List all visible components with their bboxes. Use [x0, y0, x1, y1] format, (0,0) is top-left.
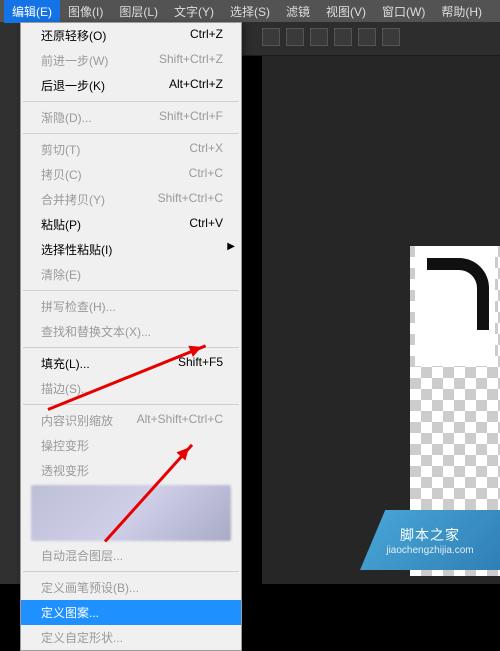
canvas-glyph: [415, 246, 495, 366]
menu-item: 拷贝(C) Ctrl+C: [21, 162, 241, 187]
menu-item-shortcut: Ctrl+X: [189, 141, 223, 158]
align-icon[interactable]: [334, 28, 352, 46]
menu-separator: [23, 290, 239, 291]
menu-item-shortcut: Ctrl+V: [189, 216, 223, 233]
watermark-title: 脚本之家: [400, 525, 460, 545]
menu-item[interactable]: 还原轻移(O) Ctrl+Z: [21, 23, 241, 48]
menu-item-label: 剪切(T): [41, 141, 80, 158]
menu-item: 内容识别缩放 Alt+Shift+Ctrl+C: [21, 408, 241, 433]
menu-item-label: 定义画笔预设(B)...: [41, 579, 139, 596]
menu-item: 自动混合图层...: [21, 543, 241, 568]
menubar-item[interactable]: 视图(V): [318, 0, 374, 23]
menubar-item[interactable]: 选择(S): [222, 0, 278, 23]
menu-item-label: 操控变形: [41, 437, 89, 454]
menu-item[interactable]: 粘贴(P) Ctrl+V: [21, 212, 241, 237]
menubar-item[interactable]: 图像(I): [60, 0, 111, 23]
menu-item: 前进一步(W) Shift+Ctrl+Z: [21, 48, 241, 73]
menu-item-label: 前进一步(W): [41, 52, 108, 69]
align-icon[interactable]: [382, 28, 400, 46]
align-icon[interactable]: [262, 28, 280, 46]
menu-item[interactable]: 后退一步(K) Alt+Ctrl+Z: [21, 73, 241, 98]
left-tool-strip: [0, 0, 20, 584]
menubar-item[interactable]: 编辑(E): [4, 0, 60, 23]
menubar-item[interactable]: 窗口(W): [374, 0, 433, 23]
menu-item-shortcut: Ctrl+Z: [190, 27, 223, 44]
menubar-item[interactable]: 文字(Y): [166, 0, 222, 23]
menu-item: 清除(E): [21, 262, 241, 287]
menu-item-shortcut: Ctrl+C: [189, 166, 223, 183]
align-icon-group: [262, 28, 400, 46]
menu-item: 描边(S)...: [21, 376, 241, 401]
menu-item: 剪切(T) Ctrl+X: [21, 137, 241, 162]
menu-item[interactable]: 填充(L)... Shift+F5: [21, 351, 241, 376]
menu-item-label: 渐隐(D)...: [41, 109, 92, 126]
menu-item: 拼写检查(H)...: [21, 294, 241, 319]
menu-item-label: 选择性粘贴(I): [41, 241, 112, 258]
menu-item-label: 拷贝(C): [41, 166, 82, 183]
menu-item: 定义自定形状...: [21, 625, 241, 650]
align-icon[interactable]: [358, 28, 376, 46]
menu-item: 定义画笔预设(B)...: [21, 575, 241, 600]
menu-item-label: 内容识别缩放: [41, 412, 113, 429]
menu-item-shortcut: Shift+Ctrl+Z: [159, 52, 223, 69]
menu-separator: [23, 571, 239, 572]
menu-item-shortcut: Shift+F5: [178, 355, 223, 372]
menu-item-label: 自动混合图层...: [41, 547, 123, 564]
menu-item-shortcut: Shift+Ctrl+C: [158, 191, 223, 208]
menu-item: 查找和替换文本(X)...: [21, 319, 241, 344]
menu-item-shortcut: Alt+Shift+Ctrl+C: [137, 412, 223, 429]
menu-separator: [23, 101, 239, 102]
menu-item-shortcut: Shift+Ctrl+F: [159, 109, 223, 126]
menu-item-label: 后退一步(K): [41, 77, 105, 94]
menu-item-label: 还原轻移(O): [41, 27, 106, 44]
menu-item: 操控变形: [21, 433, 241, 458]
canvas-area[interactable]: [262, 56, 500, 584]
menu-item-define-pattern[interactable]: 定义图案...: [21, 600, 241, 625]
menu-item-label: 合并拷贝(Y): [41, 191, 105, 208]
menubar-item[interactable]: 滤镜: [278, 0, 318, 23]
menu-item-label: 粘贴(P): [41, 216, 81, 233]
menu-item-shortcut: Alt+Ctrl+Z: [169, 77, 223, 94]
align-icon[interactable]: [286, 28, 304, 46]
menu-item-label: 查找和替换文本(X)...: [41, 323, 151, 340]
menu-item-label: 清除(E): [41, 266, 81, 283]
menu-item-label: 填充(L)...: [41, 355, 90, 372]
menu-item[interactable]: 选择性粘贴(I): [21, 237, 241, 262]
watermark-sub: jiaochengzhijia.com: [386, 545, 473, 556]
menu-item-label: 定义自定形状...: [41, 629, 123, 646]
menu-item: 渐隐(D)... Shift+Ctrl+F: [21, 105, 241, 130]
menu-item-label: 透视变形: [41, 462, 89, 479]
edit-menu-dropdown: 还原轻移(O) Ctrl+Z 前进一步(W) Shift+Ctrl+Z 后退一步(K) A…: [20, 22, 242, 651]
menubar-item[interactable]: 帮助(H): [433, 0, 490, 23]
menubar-item[interactable]: 图层(L): [111, 0, 166, 23]
align-icon[interactable]: [310, 28, 328, 46]
menu-item: 透视变形: [21, 458, 241, 483]
menubar: 编辑(E)图像(I)图层(L)文字(Y)选择(S)滤镜视图(V)窗口(W)帮助(…: [0, 0, 500, 22]
menu-item-label: 拼写检查(H)...: [41, 298, 116, 315]
menu-item: 合并拷贝(Y) Shift+Ctrl+C: [21, 187, 241, 212]
menu-item-label: 定义图案...: [41, 604, 99, 621]
menu-separator: [23, 133, 239, 134]
